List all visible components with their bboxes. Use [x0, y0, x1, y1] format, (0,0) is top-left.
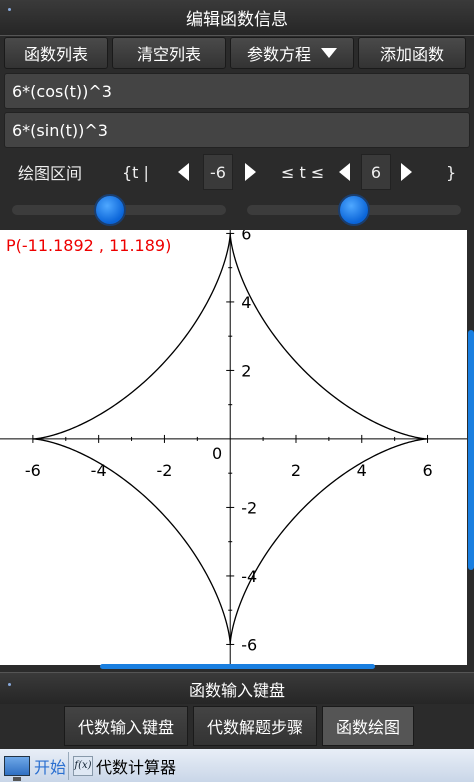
window-title: 编辑函数信息	[186, 10, 288, 30]
max-slider-knob[interactable]	[338, 194, 370, 226]
function-list-button[interactable]: 函数列表	[4, 37, 108, 69]
y-expression-input[interactable]: 6*(sin(t))^3	[4, 112, 470, 148]
start-button[interactable]: 开始	[34, 754, 68, 778]
taskbar-app-calculator[interactable]: f(x) 代数计算器	[68, 751, 177, 780]
taskbar-app-label: 代数计算器	[96, 757, 177, 777]
y-tick-label: 2	[241, 361, 251, 380]
max-decrease-icon[interactable]	[339, 163, 350, 181]
mode-select[interactable]: 参数方程	[230, 37, 354, 69]
range-open-brace: {t |	[122, 162, 149, 182]
x-tick-label: 6	[422, 461, 432, 480]
min-value-field[interactable]: -6	[203, 154, 233, 190]
range-label: 绘图区间	[18, 164, 83, 183]
window-titlebar: 编辑函数信息	[0, 0, 474, 36]
range-relation: ≤ t ≤	[281, 162, 325, 182]
x-tick-label: -2	[156, 461, 172, 480]
keyboard-bar-label: 函数输入键盘	[188, 680, 285, 700]
taskbar: 开始 f(x) 代数计算器	[0, 749, 474, 782]
add-function-button[interactable]: 添加函数	[358, 37, 466, 69]
x-tick-label: -4	[91, 461, 107, 480]
x-tick-label: 2	[291, 461, 301, 480]
min-slider-knob[interactable]	[94, 194, 127, 226]
max-value-field[interactable]: 6	[361, 154, 391, 190]
horizontal-scrollbar[interactable]	[100, 664, 375, 669]
x-expression-input[interactable]: 6*(cos(t))^3	[4, 73, 470, 109]
y-tick-label: 6	[241, 230, 251, 243]
vertical-scrollbar[interactable]	[468, 330, 474, 570]
min-increase-icon[interactable]	[245, 163, 256, 181]
tab-solution-steps[interactable]: 代数解题步骤	[193, 706, 317, 746]
mode-select-label: 参数方程	[246, 45, 311, 64]
max-increase-icon[interactable]	[401, 163, 412, 181]
x-tick-label: 4	[357, 461, 367, 480]
x-tick-label: -6	[25, 461, 41, 480]
status-dot-icon	[8, 683, 11, 686]
clear-list-button[interactable]: 清空列表	[112, 37, 226, 69]
calculator-app-icon: f(x)	[73, 755, 93, 776]
tab-algebra-keyboard[interactable]: 代数输入键盘	[64, 706, 188, 746]
chevron-down-icon	[321, 48, 337, 58]
plot-area[interactable]: -6 -4 -2 2 4 6 6 4 2 -2 -4 -6 0 P(-11.1892 , 11.189)	[0, 230, 467, 665]
keyboard-toggle-bar[interactable]: 函数输入键盘	[0, 672, 474, 704]
plot-range-row: 绘图区间 {t | -6 ≤ t ≤ 6 }	[0, 150, 474, 194]
bottom-tabs: 代数输入键盘 代数解题步骤 函数绘图	[0, 704, 474, 748]
tab-function-plot[interactable]: 函数绘图	[322, 706, 414, 746]
origin-label: 0	[212, 444, 222, 463]
cursor-coordinate: P(-11.1892 , 11.189)	[6, 236, 172, 255]
y-tick-label: -6	[241, 635, 257, 654]
range-close-brace: }	[446, 162, 457, 182]
y-tick-label: -2	[241, 498, 257, 517]
status-dot-icon	[8, 8, 11, 11]
start-monitor-icon[interactable]	[4, 755, 30, 781]
min-decrease-icon[interactable]	[178, 163, 189, 181]
toolbar: 函数列表 清空列表 参数方程 添加函数	[0, 36, 474, 70]
plot-canvas[interactable]: -6 -4 -2 2 4 6642-2-4-60	[0, 230, 467, 665]
